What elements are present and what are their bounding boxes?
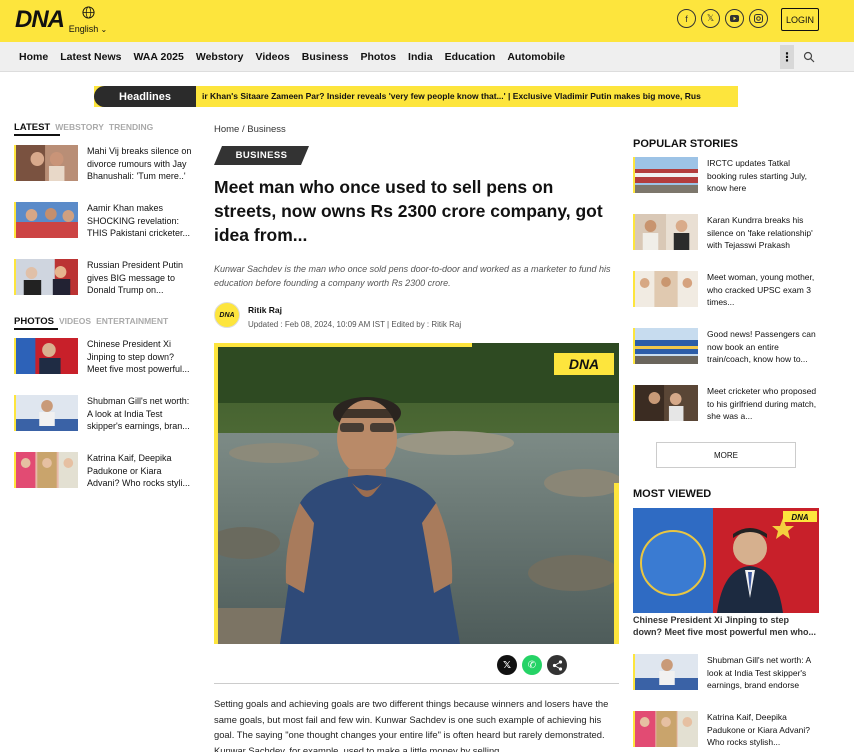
thumbnail xyxy=(633,711,698,747)
list-item[interactable]: Mahi Vij breaks silence on divorce rumou… xyxy=(14,145,194,185)
ticker-text[interactable]: ir Khan's Sitaare Zameen Par? Insider re… xyxy=(202,91,701,101)
story-title: IRCTC updates Tatkal booking rules start… xyxy=(707,158,808,193)
thumbnail xyxy=(633,271,698,307)
story-title: Karan Kundrra breaks his silence on 'fak… xyxy=(707,215,813,250)
tab-trending[interactable]: TRENDING xyxy=(109,122,153,132)
list-item[interactable]: Shubman Gill's net worth: A look at Indi… xyxy=(14,395,194,435)
active-tab-underline xyxy=(14,328,58,330)
story-title: Meet woman, young mother, who cracked UP… xyxy=(707,272,815,307)
story-title: Katrina Kaif, Deepika Padukone or Kiara … xyxy=(87,453,191,488)
most-viewed-feature-title[interactable]: Chinese President Xi Jinping to step dow… xyxy=(633,614,819,638)
thumbnail xyxy=(14,259,78,295)
story-title: Shubman Gill's net worth: A look at Indi… xyxy=(707,655,811,690)
article-body: Setting goals and achieving goals are tw… xyxy=(214,698,609,752)
list-item[interactable]: Meet cricketer who proposed to his girlf… xyxy=(633,385,819,429)
list-item[interactable]: Katrina Kaif, Deepika Padukone or Kiara … xyxy=(14,452,194,492)
nav-list: Home Latest News WAA 2025 Webstory Videos Bus… xyxy=(19,51,577,63)
list-item[interactable]: Russian President Putin gives BIG messag… xyxy=(14,259,194,299)
dna-watermark: DNA xyxy=(791,513,809,522)
most-viewed-feature-image[interactable]: DNA xyxy=(633,508,819,613)
facebook-icon[interactable]: f xyxy=(677,9,696,28)
story-title: Aamir Khan makes SHOCKING revelation: TH… xyxy=(87,203,191,238)
updated-timestamp: Updated : Feb 08, 2024, 10:09 AM IST | E… xyxy=(248,320,462,329)
language-selector[interactable]: English ⌄ xyxy=(68,6,108,37)
list-item[interactable]: Chinese President Xi Jinping to step dow… xyxy=(14,338,194,378)
headlines-label: Headlines xyxy=(94,86,196,107)
nav-item-india[interactable]: India xyxy=(408,51,433,63)
nav-item-business[interactable]: Business xyxy=(302,51,349,63)
popular-stories-heading: POPULAR STORIES xyxy=(633,138,738,150)
tab-photos[interactable]: PHOTOS xyxy=(14,316,54,327)
breadcrumb[interactable]: Home / Business xyxy=(214,124,286,135)
story-title: Russian President Putin gives BIG messag… xyxy=(87,260,184,295)
tab-latest[interactable]: LATEST xyxy=(14,122,50,133)
chevron-down-icon: ⌄ xyxy=(98,25,108,34)
thumbnail xyxy=(633,654,698,690)
more-menu-icon[interactable]: ⋮ xyxy=(780,45,794,69)
dna-watermark: DNA xyxy=(569,356,599,372)
instagram-icon[interactable] xyxy=(749,9,768,28)
list-item[interactable]: Katrina Kaif, Deepika Padukone or Kiara … xyxy=(633,711,819,752)
search-icon[interactable] xyxy=(803,51,815,63)
thumbnail xyxy=(14,395,78,431)
x-icon[interactable]: 𝕏 xyxy=(701,9,720,28)
list-item[interactable]: Karan Kundrra breaks his silence on 'fak… xyxy=(633,214,819,258)
list-item[interactable]: IRCTC updates Tatkal booking rules start… xyxy=(633,157,819,201)
social-links: f 𝕏 xyxy=(677,9,768,28)
youtube-icon[interactable] xyxy=(725,9,744,28)
story-title: Katrina Kaif, Deepika Padukone or Kiara … xyxy=(707,712,811,747)
tab-entertainment[interactable]: ENTERTAINMENT xyxy=(96,316,168,326)
story-title: Chinese President Xi Jinping to step dow… xyxy=(87,339,190,374)
most-viewed-heading: MOST VIEWED xyxy=(633,488,712,500)
story-title: Meet cricketer who proposed to his girlf… xyxy=(707,386,817,421)
author-name[interactable]: Ritik Raj xyxy=(248,305,282,315)
thumbnail xyxy=(14,145,78,181)
hero-photo: DNA xyxy=(214,343,619,644)
login-button[interactable]: LOGIN xyxy=(781,8,819,31)
thumbnail xyxy=(633,214,698,250)
article-summary: Kunwar Sachdev is the man who once sold … xyxy=(214,264,611,288)
nav-item-home[interactable]: Home xyxy=(19,51,48,63)
hero-image: DNA xyxy=(214,343,619,644)
list-item[interactable]: Good news! Passengers can now book an en… xyxy=(633,328,819,372)
thumbnail xyxy=(14,202,78,238)
language-label: English xyxy=(68,24,99,34)
thumbnail xyxy=(633,328,698,364)
share-buttons: 𝕏 ✆ xyxy=(497,655,567,675)
category-badge[interactable]: BUSINESS xyxy=(214,146,309,165)
nav-item-waa-2025[interactable]: WAA 2025 xyxy=(133,51,183,63)
thumbnail xyxy=(14,338,78,374)
dna-logo[interactable]: DNA xyxy=(15,6,65,34)
author-avatar: DNA xyxy=(214,302,240,328)
nav-item-automobile[interactable]: Automobile xyxy=(507,51,565,63)
story-title: Shubman Gill's net worth: A look at Indi… xyxy=(87,396,190,431)
story-title: Good news! Passengers can now book an en… xyxy=(707,329,816,364)
x-share-icon[interactable]: 𝕏 xyxy=(497,655,517,675)
thumbnail xyxy=(14,452,78,488)
list-item[interactable]: Aamir Khan makes SHOCKING revelation: TH… xyxy=(14,202,194,242)
thumbnail xyxy=(633,157,698,193)
headlines-ticker: Headlines ir Khan's Sitaare Zameen Par? … xyxy=(94,86,738,107)
nav-item-webstory[interactable]: Webstory xyxy=(196,51,244,63)
more-button[interactable]: MORE xyxy=(656,442,796,468)
share-icon[interactable] xyxy=(547,655,567,675)
top-bar: DNA English ⌄ f 𝕏 LOGIN xyxy=(0,0,854,42)
globe-icon xyxy=(81,6,95,19)
whatsapp-icon[interactable]: ✆ xyxy=(522,655,542,675)
xi-jinping-photo: DNA xyxy=(633,508,819,613)
nav-item-latest-news[interactable]: Latest News xyxy=(60,51,121,63)
list-item[interactable]: Shubman Gill's net worth: A look at Indi… xyxy=(633,654,819,698)
tab-webstory[interactable]: WEBSTORY xyxy=(55,122,104,132)
nav-item-videos[interactable]: Videos xyxy=(256,51,290,63)
nav-item-education[interactable]: Education xyxy=(445,51,496,63)
thumbnail xyxy=(633,385,698,421)
list-item[interactable]: Meet woman, young mother, who cracked UP… xyxy=(633,271,819,315)
divider xyxy=(214,683,619,684)
active-tab-underline xyxy=(14,134,60,136)
main-nav: Home Latest News WAA 2025 Webstory Videos Bus… xyxy=(0,42,854,72)
article-title: Meet man who once used to sell pens on s… xyxy=(214,177,603,245)
tab-videos[interactable]: VIDEOS xyxy=(59,316,91,326)
nav-item-photos[interactable]: Photos xyxy=(360,51,396,63)
story-title: Mahi Vij breaks silence on divorce rumou… xyxy=(87,146,192,181)
